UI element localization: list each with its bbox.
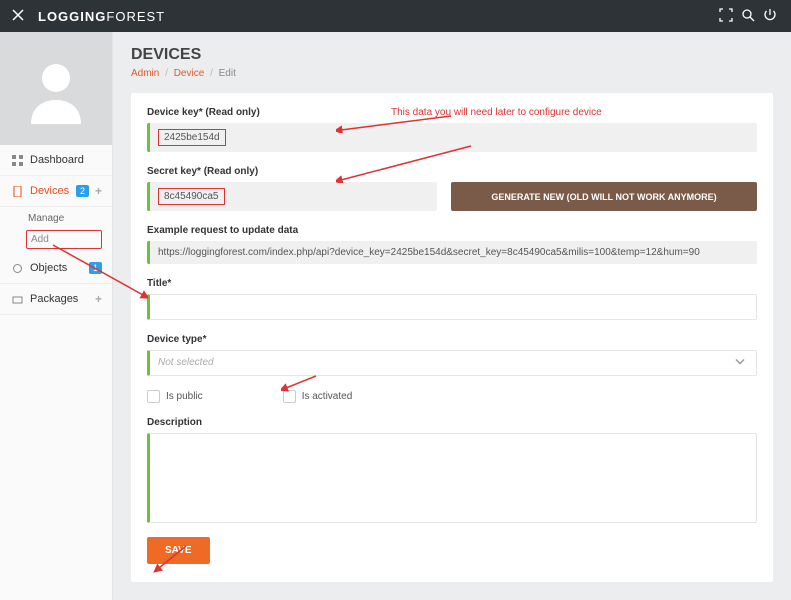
breadcrumb-current: Edit [219,68,236,79]
sidebar-item-dashboard[interactable]: Dashboard [0,145,112,176]
top-bar: LOGGINGFOREST [0,0,791,32]
breadcrumb-device[interactable]: Device [174,68,205,79]
device-type-label: Device type* [147,334,757,345]
secret-key-label: Secret key* (Read only) [147,166,757,177]
sidebar-item-label: Packages [30,293,95,305]
example-request-field: https://loggingforest.com/index.php/api?… [147,241,757,264]
form-card: This data you will need later to configu… [131,93,773,582]
sidebar-sub-add[interactable]: Add [26,230,102,249]
title-label: Title* [147,278,757,289]
badge: 1 [89,262,102,274]
device-icon [10,184,24,198]
secret-key-value: 8c45490ca5 [158,188,225,205]
sidebar-item-label: Dashboard [30,154,102,166]
is-public-checkbox[interactable]: Is public [147,390,203,403]
search-icon[interactable] [737,8,759,25]
device-key-field: 2425be154d [147,123,757,152]
main-content: DEVICES Admin / Device / Edit This data … [113,32,791,600]
expand-icon[interactable]: + [95,292,102,306]
chevron-down-icon [734,356,746,371]
is-activated-checkbox[interactable]: Is activated [283,390,353,403]
example-label: Example request to update data [147,225,757,236]
grid-icon [10,153,24,167]
secret-key-field: 8c45490ca5 [147,182,437,211]
description-textarea[interactable] [147,433,757,523]
title-input[interactable] [147,294,757,320]
power-icon[interactable] [759,8,781,25]
sidebar-item-objects[interactable]: Objects 1 [0,253,112,284]
objects-icon [10,261,24,275]
fullscreen-icon[interactable] [715,8,737,25]
avatar [0,32,112,145]
sidebar: Dashboard Devices 2 + Manage Add Objects… [0,32,113,600]
sidebar-item-label: Objects [30,262,85,274]
packages-icon [10,292,24,306]
save-button[interactable]: SAVE [147,537,210,564]
generate-new-button[interactable]: GENERATE NEW (OLD WILL NOT WORK ANYMORE) [451,182,757,211]
breadcrumb-admin[interactable]: Admin [131,68,159,79]
close-icon[interactable] [10,9,26,24]
page-title: DEVICES [131,46,773,64]
sidebar-item-label: Devices [30,185,72,197]
breadcrumb: Admin / Device / Edit [131,68,773,79]
brand-logo: LOGGINGFOREST [38,9,165,24]
device-type-select[interactable]: Not selected [147,350,757,376]
badge: 2 [76,185,89,197]
sidebar-sub-manage[interactable]: Manage [0,207,112,230]
device-key-value: 2425be154d [158,129,226,146]
expand-icon[interactable]: + [95,184,102,198]
sidebar-item-devices[interactable]: Devices 2 + [0,176,112,207]
description-label: Description [147,417,757,428]
sidebar-item-packages[interactable]: Packages + [0,284,112,315]
hint-text: This data you will need later to configu… [391,107,602,118]
